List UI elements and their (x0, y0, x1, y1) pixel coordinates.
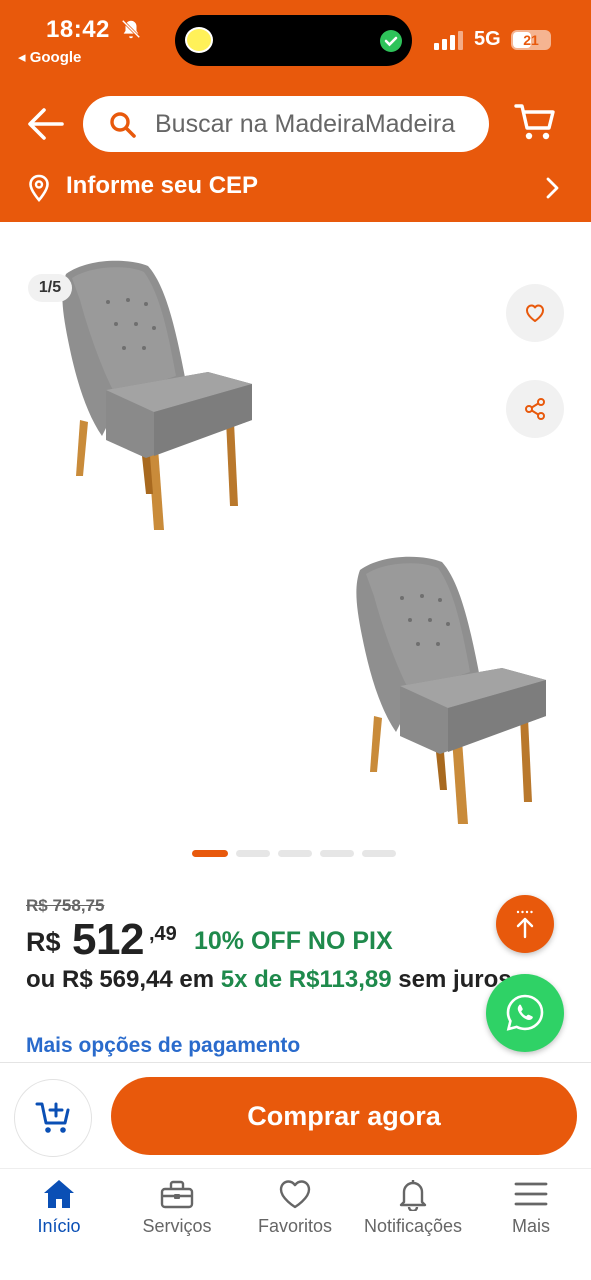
battery-icon: 21 (511, 30, 551, 50)
price-cents: ,49 (149, 923, 177, 945)
carousel-dot[interactable] (278, 850, 312, 857)
check-icon (380, 30, 402, 52)
bottom-nav: Início Serviços Favoritos Notificações M… (0, 1168, 591, 1280)
nav-label: Notificações (363, 1216, 463, 1236)
installments-prefix: ou R$ 569,44 em (26, 966, 221, 993)
share-icon (525, 398, 545, 420)
cart-icon[interactable] (514, 102, 556, 142)
dynamic-island (175, 15, 412, 66)
favorite-button[interactable] (506, 284, 564, 342)
whatsapp-icon (506, 994, 544, 1031)
carousel-dot[interactable] (362, 850, 396, 857)
status-bar: 18:42 ◂ Google 5G 21 (0, 0, 591, 88)
image-counter: 1/5 (28, 274, 72, 302)
battery-level: 21 (523, 32, 539, 48)
carousel-dot[interactable] (320, 850, 354, 857)
bell-icon (399, 1180, 427, 1211)
carousel-dot[interactable] (236, 850, 270, 857)
clock: 18:42 (46, 16, 110, 43)
home-icon (44, 1180, 74, 1208)
add-to-cart-button[interactable] (14, 1079, 92, 1157)
price-row: R$ 512 ,49 10% OFF NO PIX (26, 915, 566, 965)
search-bar[interactable] (83, 96, 489, 152)
back-arrow-icon[interactable] (26, 106, 66, 142)
buy-bar: Comprar agora (0, 1062, 591, 1168)
nav-item-more[interactable]: Mais (472, 1169, 590, 1249)
back-to-google-link[interactable]: ◂ Google (18, 48, 81, 66)
nav-item-notifications[interactable]: Notificações (354, 1169, 472, 1249)
pix-discount-badge: 10% OFF NO PIX (194, 927, 393, 955)
nav-label: Serviços (142, 1216, 212, 1236)
whatsapp-button[interactable] (486, 974, 564, 1052)
product-image-chair (356, 556, 546, 824)
installments-amount: 5x de R$113,89 (220, 966, 392, 993)
arrow-up-icon (516, 910, 534, 939)
nav-label: Mais (511, 1216, 550, 1236)
product-gallery[interactable]: 1/5 (0, 222, 591, 872)
buy-now-button[interactable]: Comprar agora (111, 1077, 577, 1155)
heart-icon (526, 304, 544, 322)
more-payment-options-link[interactable]: Mais opções de pagamento (26, 1034, 300, 1058)
scroll-to-top-button[interactable] (496, 895, 554, 953)
nav-item-favorites[interactable]: Favoritos (236, 1169, 354, 1249)
nav-label: Início (37, 1216, 81, 1236)
product-image-chair (62, 260, 252, 530)
network-type: 5G (474, 28, 501, 50)
carousel-dot[interactable] (192, 850, 228, 857)
cart-add-icon (35, 1102, 70, 1133)
location-pin-icon (29, 174, 49, 202)
signal-icon (434, 31, 463, 50)
search-icon (110, 112, 136, 138)
cep-row[interactable]: Informe seu CEP (0, 166, 591, 214)
price-currency: R$ (26, 927, 61, 957)
installments-text: ou R$ 569,44 em 5x de R$113,89 sem juros (26, 966, 546, 994)
nav-item-services[interactable]: Serviços (118, 1169, 236, 1249)
bell-muted-icon (121, 19, 141, 39)
toolbox-icon (160, 1180, 194, 1209)
old-price: R$ 758,75 (26, 896, 105, 915)
carousel-indicator[interactable] (192, 850, 402, 858)
price-integer: 512 (72, 915, 144, 964)
mercado-livre-icon (185, 27, 213, 53)
cep-label: Informe seu CEP (66, 172, 259, 199)
chevron-right-icon (546, 177, 559, 199)
nav-item-home[interactable]: Início (0, 1169, 118, 1249)
share-button[interactable] (506, 380, 564, 438)
app-header: Informe seu CEP (0, 88, 591, 222)
search-input[interactable] (155, 96, 475, 152)
heart-icon (279, 1180, 311, 1209)
menu-icon (514, 1182, 548, 1206)
nav-label: Favoritos (257, 1216, 333, 1236)
